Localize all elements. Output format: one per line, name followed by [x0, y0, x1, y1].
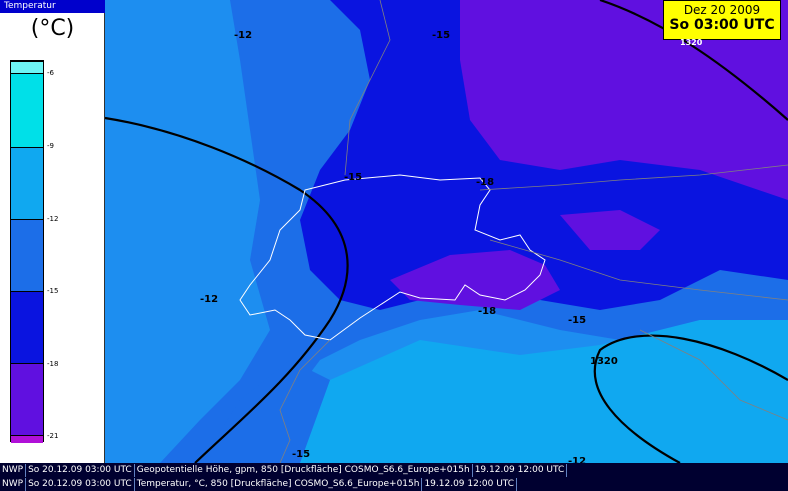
footer-run-time: 19.12.09 12:00 UTC — [473, 464, 568, 477]
map-label: -15 — [568, 315, 587, 326]
valid-time-box: Dez 20 2009 So 03:00 UTC — [663, 0, 781, 40]
scale-tick-label: -18 — [47, 360, 59, 368]
scale-tick-label: -15 — [47, 287, 59, 295]
map-label: -15 — [292, 449, 311, 460]
map-label: -18 — [476, 177, 495, 188]
map-label: -15 — [432, 30, 451, 41]
footer-field: Geopotentielle Höhe, gpm, 850 [Druckfläc… — [135, 464, 473, 477]
footer-valid-time: So 20.12.09 03:00 UTC — [26, 464, 135, 477]
scale-band — [11, 291, 43, 363]
map-label: 1320 — [590, 356, 618, 367]
temperature-map — [0, 0, 788, 464]
scale-tick-label: -6 — [47, 69, 54, 77]
scale-band — [11, 61, 43, 73]
footer-info: NWP So 20.12.09 03:00 UTC Geopotentielle H… — [0, 463, 788, 491]
legend-panel: Temperatur (°C) -6 -9 -12 -15 -18 -21 — [0, 0, 105, 463]
footer-row-geopotential: NWP So 20.12.09 03:00 UTC Geopotentielle H… — [0, 464, 568, 477]
valid-time: So 03:00 UTC — [669, 17, 775, 33]
footer-valid-time: So 20.12.09 03:00 UTC — [26, 478, 135, 491]
scale-band — [11, 435, 43, 443]
scale-tick-label: -21 — [47, 432, 59, 440]
map-label: -18 — [478, 306, 497, 317]
map-label: -15 — [344, 172, 363, 183]
legend-unit: (°C) — [30, 16, 75, 41]
scale-band — [11, 219, 43, 291]
footer-source: NWP — [0, 464, 27, 477]
valid-date: Dez 20 2009 — [683, 3, 761, 17]
map-label: -12 — [200, 294, 219, 305]
footer-run-time: 19.12.09 12:00 UTC — [422, 478, 518, 491]
scale-band — [11, 73, 43, 147]
scale-band — [11, 147, 43, 219]
footer-source: NWP — [0, 478, 27, 491]
scale-tick-label: -9 — [47, 142, 54, 150]
scale-tick-label: -12 — [47, 215, 59, 223]
color-scale — [10, 60, 44, 443]
footer-field: Temperatur, °C, 850 [Druckfläche] COSMO_… — [135, 478, 423, 491]
footer-row-temperature: NWP So 20.12.09 03:00 UTC Temperatur, °C, … — [0, 478, 518, 491]
scale-band — [11, 363, 43, 435]
legend-title: Temperatur — [0, 0, 105, 13]
map-label: -12 — [234, 30, 253, 41]
map-label: 1320 — [680, 38, 703, 47]
